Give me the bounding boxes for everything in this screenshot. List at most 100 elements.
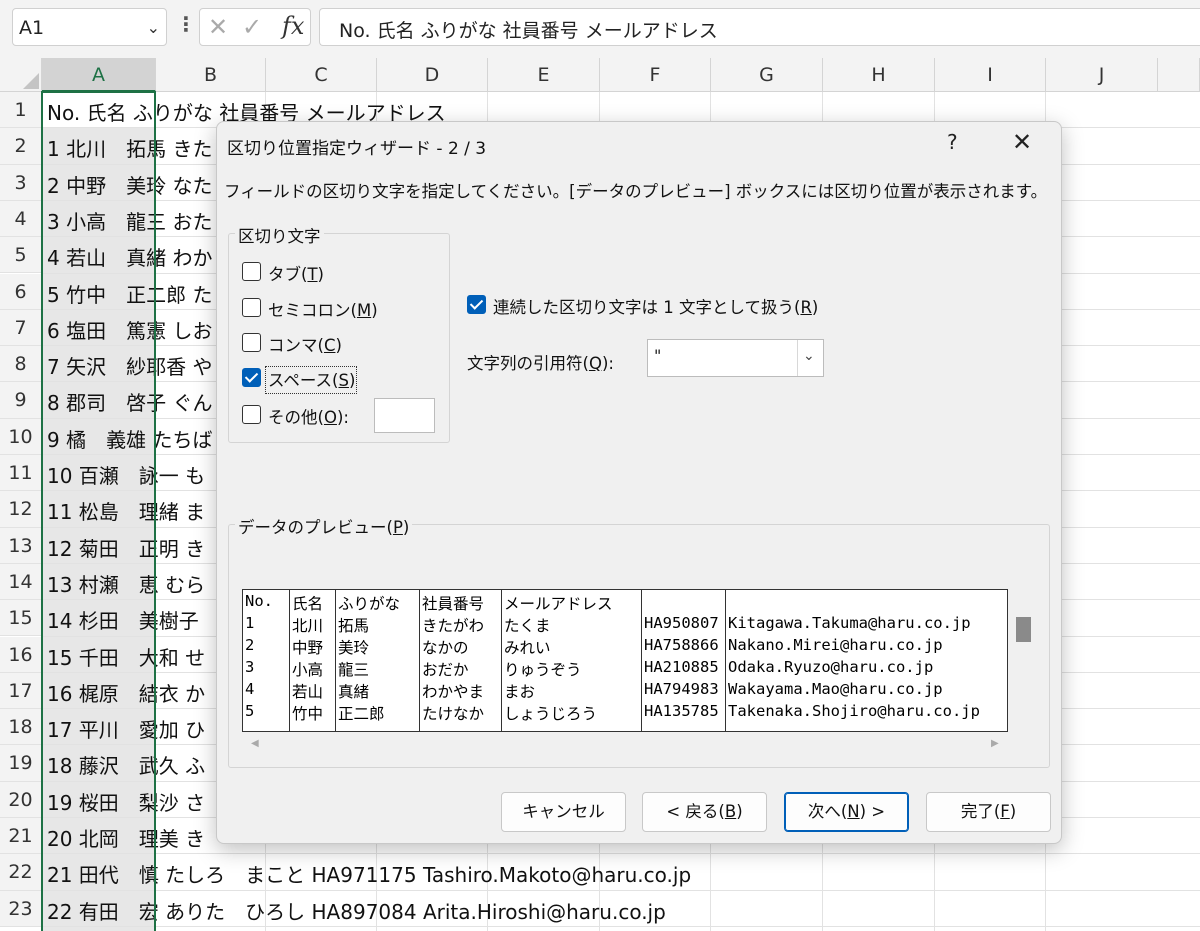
preview-cell: HA950807 (644, 614, 719, 632)
text-qualifier-select[interactable]: " ⌄ (647, 339, 824, 377)
preview-cell: りゅうぞう (504, 661, 582, 679)
preview-cell: 龍三 (338, 661, 370, 679)
confirm-edit-icon[interactable]: ✓ (242, 13, 262, 41)
preview-cell: きたがわ (422, 617, 485, 635)
row-header-21[interactable]: 21 (0, 818, 42, 855)
semicolon-label[interactable]: セミコロン(M) (268, 297, 378, 321)
preview-cell: メールアドレス (504, 595, 613, 613)
preview-cell: HA794983 (644, 680, 719, 698)
column-header-h[interactable]: H (823, 58, 935, 92)
text-qualifier-value: " (654, 346, 662, 365)
data-preview[interactable]: No. 1 2 3 4 5 氏名 北川 中野 小高 若山 竹中 ふりがな 拓馬 美玲 龍三 真緒 正二郎 社員番号き… (242, 589, 1008, 732)
text-qualifier-label: 文字列の引用符(Q): (467, 354, 614, 373)
row-header-12[interactable]: 12 (0, 491, 42, 528)
row-header-23[interactable]: 23 (0, 890, 42, 927)
scroll-left-icon[interactable]: ◀ (251, 738, 259, 749)
cancel-edit-icon[interactable]: ✕ (208, 13, 228, 41)
comma-checkbox[interactable] (242, 333, 261, 352)
row-header-18[interactable]: 18 (0, 709, 42, 746)
row-header-3[interactable]: 3 (0, 164, 42, 201)
column-header-g[interactable]: G (711, 58, 823, 92)
preview-column-divider (501, 590, 502, 731)
chevron-down-icon[interactable]: ⌄ (803, 348, 815, 364)
tab-label[interactable]: タブ(T) (268, 261, 324, 285)
semicolon-checkbox[interactable] (242, 298, 261, 317)
row-header-22[interactable]: 22 (0, 854, 42, 891)
preview-cell: 北川 (292, 617, 324, 635)
name-box-value: A1 (19, 17, 45, 39)
focus-indicator (265, 366, 357, 394)
row-header-19[interactable]: 19 (0, 745, 42, 782)
row-header-8[interactable]: 8 (0, 346, 42, 383)
row-header-6[interactable]: 6 (0, 273, 42, 310)
consecutive-delimiters-label[interactable]: 連続した区切り文字は 1 文字として扱う(R) (493, 294, 818, 318)
row-header-14[interactable]: 14 (0, 563, 42, 601)
column-header-e[interactable]: E (488, 58, 600, 92)
row-header-4[interactable]: 4 (0, 200, 42, 238)
cancel-button[interactable]: キャンセル (501, 792, 626, 832)
preview-column-divider (419, 590, 420, 731)
back-button[interactable]: < 戻る(B) (642, 792, 767, 832)
preview-cell: Takenaka.Shojiro@haru.co.jp (728, 702, 980, 720)
preview-cell: 氏名 (292, 595, 324, 613)
preview-column-divider (641, 590, 642, 731)
preview-cell: Odaka.Ryuzo@haru.co.jp (728, 658, 934, 676)
row-header-15[interactable]: 15 (0, 600, 42, 637)
preview-cell: 小高 (292, 661, 324, 679)
column-header-c[interactable]: C (266, 58, 377, 92)
select-all-corner[interactable] (0, 58, 42, 92)
row-header-17[interactable]: 17 (0, 672, 42, 710)
comma-label[interactable]: コンマ(C) (268, 332, 342, 356)
row-header-7[interactable]: 7 (0, 309, 42, 347)
preview-cell: HA210885 (644, 658, 719, 676)
other-label[interactable]: その他(O): (268, 404, 349, 428)
row-header-1[interactable]: 1 (0, 92, 42, 129)
row-header-10[interactable]: 10 (0, 418, 42, 455)
row-header-11[interactable]: 11 (0, 455, 42, 492)
preview-cell: 正二郎 (338, 705, 385, 723)
text-to-columns-dialog: 区切り位置指定ウィザード - 2 / 3 ? ✕ フィールドの区切り文字を指定し… (216, 121, 1062, 844)
preview-cell: みれい (504, 639, 551, 657)
scroll-right-icon[interactable]: ▶ (991, 738, 999, 749)
select-divider (797, 340, 798, 376)
other-delimiter-input[interactable] (374, 398, 435, 433)
row-header-16[interactable]: 16 (0, 636, 42, 673)
formula-bar: A1 ⌄ ⋮ ✕ ✓ fx No. 氏名 ふりがな 社員番号 メールアドレス (0, 0, 1200, 58)
finish-button[interactable]: 完了(F) (926, 792, 1051, 832)
row-header-2[interactable]: 2 (0, 128, 42, 165)
chevron-down-icon[interactable]: ⌄ (147, 18, 160, 37)
row-header-20[interactable]: 20 (0, 781, 42, 818)
preview-cell: たけなか (422, 705, 485, 723)
preview-column-divider (335, 590, 336, 731)
preview-cell: ふりがな (338, 595, 401, 613)
consecutive-delimiters-checkbox[interactable] (467, 295, 486, 314)
name-box[interactable]: A1 ⌄ (12, 8, 167, 46)
preview-cell: 2 (245, 636, 255, 654)
column-header-b[interactable]: B (156, 58, 266, 92)
close-icon[interactable]: ✕ (1012, 128, 1032, 156)
preview-cell: Wakayama.Mao@haru.co.jp (728, 680, 943, 698)
row-header-5[interactable]: 5 (0, 237, 42, 274)
preview-vertical-scrollbar[interactable] (1016, 617, 1031, 642)
column-header-j[interactable]: J (1046, 58, 1158, 92)
row-header-9[interactable]: 9 (0, 382, 42, 419)
formula-input[interactable]: No. 氏名 ふりがな 社員番号 メールアドレス (319, 8, 1200, 46)
help-icon[interactable]: ? (947, 130, 958, 154)
dialog-title: 区切り位置指定ウィザード - 2 / 3 (227, 139, 487, 159)
row-header-13[interactable]: 13 (0, 527, 42, 564)
insert-function-icon[interactable]: fx (282, 12, 304, 40)
preview-cell: 社員番号 (422, 595, 485, 613)
preview-cell: Nakano.Mirei@haru.co.jp (728, 636, 943, 654)
preview-cell: 美玲 (338, 639, 370, 657)
other-checkbox[interactable] (242, 405, 261, 424)
next-button[interactable]: 次へ(N) > (784, 792, 909, 832)
more-options-icon[interactable]: ⋮ (176, 12, 196, 36)
column-header-i[interactable]: I (935, 58, 1046, 92)
preview-column-divider (289, 590, 290, 731)
column-header-d[interactable]: D (377, 58, 488, 92)
preview-cell: たくま (504, 617, 551, 635)
column-header-f[interactable]: F (600, 58, 711, 92)
tab-checkbox[interactable] (242, 262, 261, 281)
column-header-a[interactable]: A (42, 58, 156, 92)
space-checkbox[interactable] (242, 368, 261, 387)
